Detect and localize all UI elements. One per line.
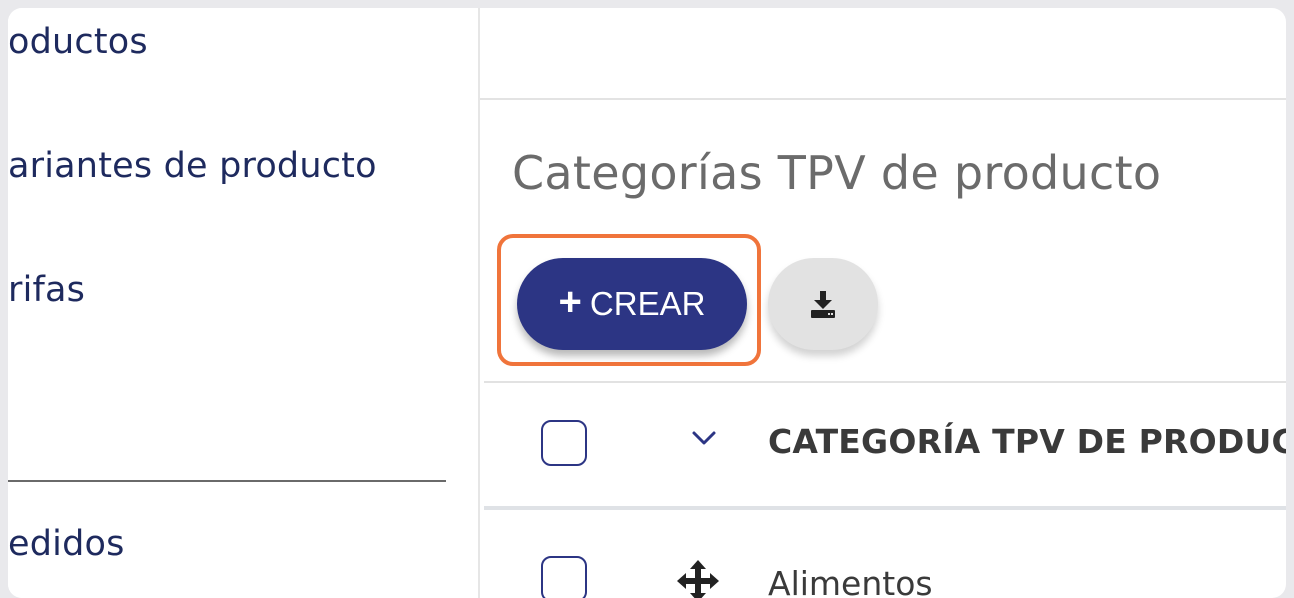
download-icon	[811, 291, 835, 318]
sidebar-item-productos[interactable]: oductos	[8, 22, 148, 62]
sidebar: oductos ariantes de producto rifas edido…	[8, 8, 478, 598]
sidebar-divider	[8, 480, 446, 482]
create-button-label: CREAR	[589, 285, 706, 322]
download-button[interactable]	[768, 258, 878, 350]
sidebar-item-pedidos[interactable]: edidos	[8, 524, 125, 564]
page-title: Categorías TPV de producto	[512, 146, 1162, 200]
sidebar-item-tarifas[interactable]: rifas	[8, 270, 85, 310]
app-window: oductos ariantes de producto rifas edido…	[8, 8, 1286, 598]
create-button[interactable]: + CREAR	[517, 258, 747, 350]
sidebar-border	[478, 8, 480, 598]
select-all-checkbox[interactable]	[541, 420, 587, 466]
move-icon[interactable]	[677, 560, 719, 598]
table-top-divider	[484, 381, 1286, 383]
column-header-categoria[interactable]: CATEGORÍA TPV DE PRODUCTO	[768, 422, 1286, 461]
chevron-down-icon[interactable]	[690, 428, 718, 448]
table-row-label[interactable]: Alimentos	[768, 564, 933, 598]
sidebar-item-variantes-de-producto[interactable]: ariantes de producto	[8, 146, 377, 186]
table-header-divider	[484, 506, 1286, 510]
topbar-divider	[480, 98, 1286, 100]
plus-icon: +	[558, 280, 582, 324]
